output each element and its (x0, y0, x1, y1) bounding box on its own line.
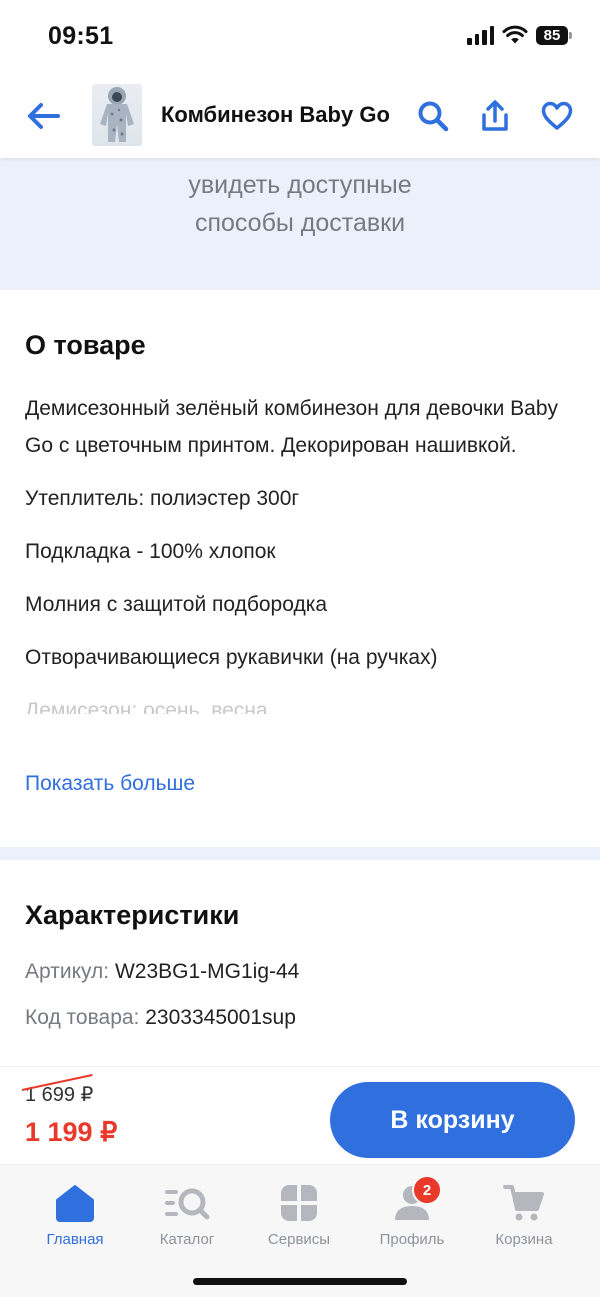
heart-icon (541, 101, 573, 130)
header-title: Комбинезон Baby Go (161, 102, 390, 127)
description-paragraph: Утеплитель: полиэстер 300г (25, 487, 300, 510)
tab-services[interactable]: Сервисы (243, 1179, 355, 1248)
status-bar: 09:51 85 (0, 0, 600, 76)
battery-level: 85 (536, 25, 568, 45)
services-icon (275, 1179, 323, 1227)
tab-label: Каталог (159, 1231, 215, 1248)
share-button[interactable] (475, 96, 515, 136)
section-divider (0, 847, 600, 860)
tab-label: Профиль (379, 1231, 445, 1248)
profile-badge: 2 (412, 1175, 442, 1205)
about-section: О товаре Демисезонный зелёный комбинезон… (0, 290, 600, 847)
jumpsuit-image (100, 87, 134, 142)
profile-icon: 2 (388, 1175, 442, 1227)
tab-label: Сервисы (267, 1231, 331, 1248)
back-button[interactable] (24, 96, 64, 136)
delivery-line-2: способы доставки (194, 209, 406, 237)
description-paragraph: Молния с защитой подбородка (25, 593, 328, 616)
tab-bar: Главная Каталог Сервисы 2 Профиль Корзин… (0, 1164, 600, 1297)
description-paragraph: Отворачивающиеся рукавички (на ручках) (25, 646, 438, 669)
status-time: 09:51 (48, 22, 114, 50)
price-bar: 1 699 ₽ 1 199 ₽ В корзину (0, 1066, 600, 1164)
description-paragraph: Демисезонный зелёный комбинезон для дево… (25, 397, 558, 457)
current-price: 1 199 ₽ (25, 1117, 118, 1147)
status-icons: 85 (467, 25, 572, 45)
description-paragraph-faded: Демисезон: осень, весна (25, 699, 268, 714)
specs-section: Характеристики Артикул: W23BG1-MG1ig-44 … (0, 860, 600, 1066)
delivery-text: увидеть доступные способы доставки (0, 166, 600, 242)
favorite-button[interactable] (537, 96, 577, 136)
product-thumbnail (92, 84, 142, 146)
tab-label: Корзина (495, 1231, 553, 1248)
tab-home[interactable]: Главная (19, 1179, 131, 1248)
arrow-left-icon (28, 103, 60, 129)
spec-value: W23BG1-MG1ig-44 (114, 960, 300, 983)
tab-cart[interactable]: Корзина (468, 1179, 580, 1248)
delivery-banner[interactable]: увидеть доступные способы доставки (0, 158, 600, 290)
spec-label: Код товара: (25, 1006, 140, 1029)
search-icon (418, 101, 449, 132)
specs-title: Характеристики (25, 900, 240, 930)
share-icon (482, 100, 508, 131)
wifi-icon (502, 25, 528, 44)
battery-icon: 85 (536, 25, 572, 45)
home-indicator (193, 1278, 407, 1285)
about-description: Демисезонный зелёный комбинезон для дево… (25, 390, 580, 730)
cellular-signal-icon (467, 25, 494, 45)
search-button[interactable] (413, 96, 453, 136)
about-title: О товаре (25, 330, 146, 360)
home-icon (51, 1179, 99, 1227)
delivery-line-1: увидеть доступные (188, 171, 412, 199)
catalog-icon (163, 1179, 211, 1227)
spec-value: 2303345001sup (145, 1006, 296, 1029)
product-header: Комбинезон Baby Go (0, 76, 600, 158)
add-to-cart-button[interactable]: В корзину (330, 1082, 575, 1158)
tab-label: Главная (46, 1231, 104, 1248)
show-more-link[interactable]: Показать больше (25, 772, 195, 796)
cart-icon (500, 1179, 548, 1227)
spec-row-article: Артикул: W23BG1-MG1ig-44 (25, 960, 299, 984)
description-paragraph: Подкладка - 100% хлопок (25, 540, 276, 563)
spec-row-code: Код товара: 2303345001sup (25, 1006, 296, 1030)
tab-catalog[interactable]: Каталог (131, 1179, 243, 1248)
spec-label: Артикул: (25, 960, 110, 983)
tab-profile[interactable]: 2 Профиль (356, 1175, 468, 1248)
